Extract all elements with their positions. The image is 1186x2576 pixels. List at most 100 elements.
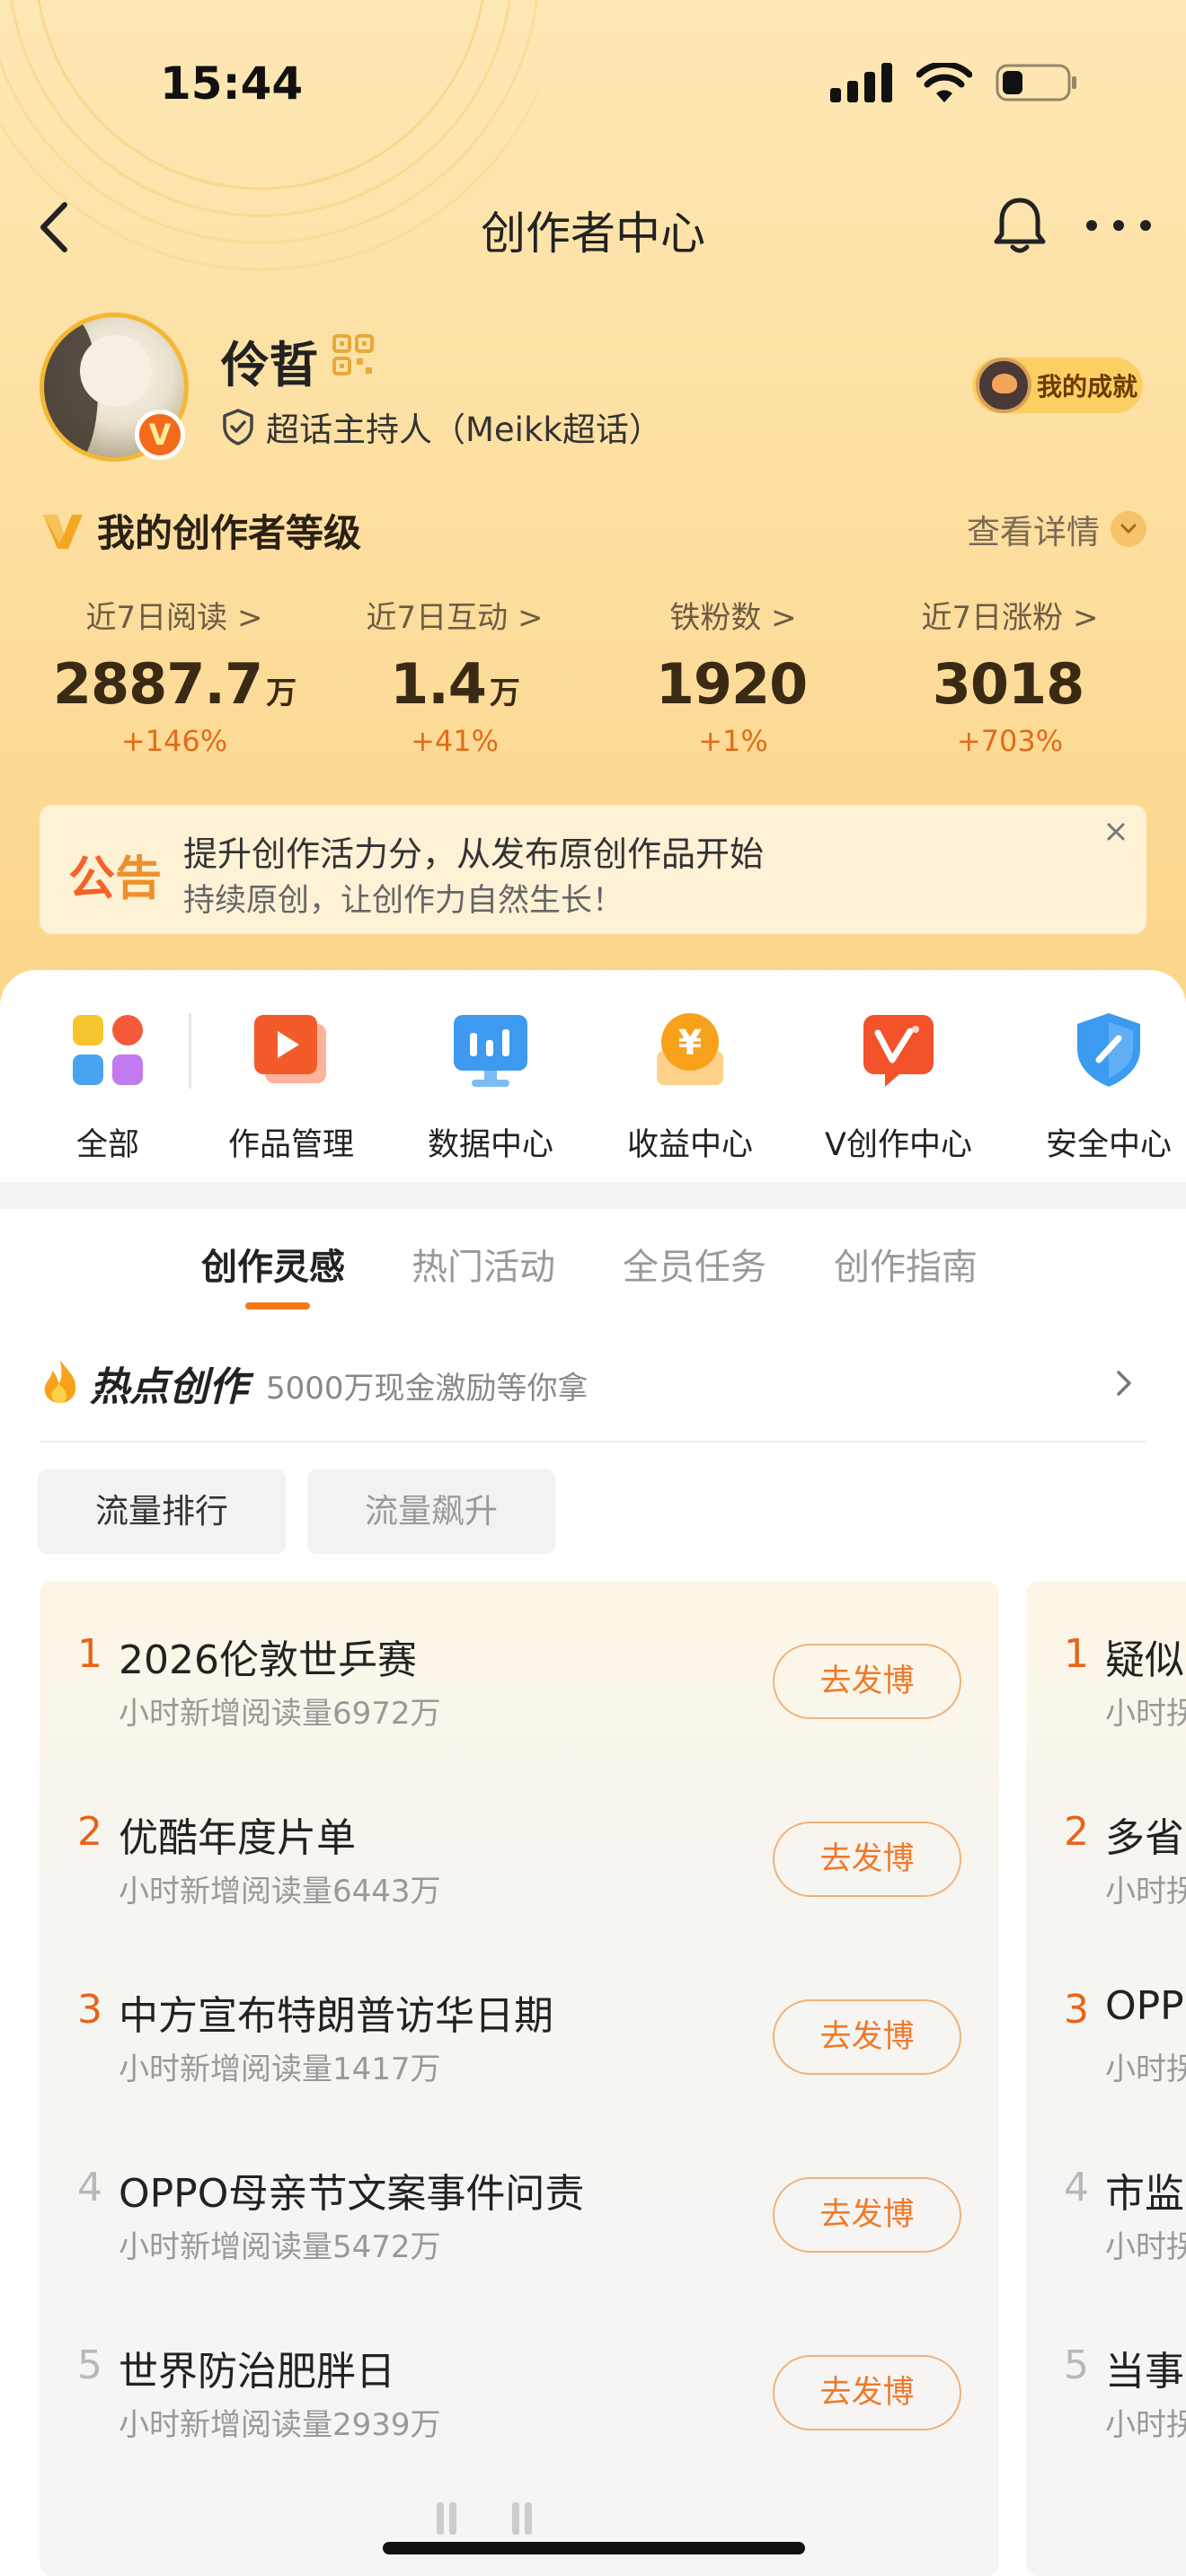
stat-label: 铁粉数 > (669, 600, 797, 636)
list-item[interactable]: 1 疑似 小时拐 (1026, 1608, 1186, 1787)
shortcut-security[interactable]: 安全中心 (1001, 1010, 1186, 1165)
topic-reads: 小时新增阅读量2939万 (119, 2407, 441, 2443)
stat-label: 近7日涨粉 > (921, 600, 1099, 636)
stat-label: 近7日阅读 > (85, 600, 263, 636)
list-item[interactable]: 2 优酷年度片单 小时新增阅读量6443万 去发博 (40, 1786, 999, 1965)
rank-number: 4 (77, 2165, 102, 2210)
wifi-icon (916, 63, 972, 102)
view-details-label: 查看详情 (967, 513, 1100, 551)
stat-number: 2887.7 (52, 651, 263, 717)
announcement-banner[interactable]: 公告 提升创作活力分，从发布原创作品开始 持续原创，让创作力自然生长！ (40, 805, 1146, 934)
creator-center-page: 15:44 创作者中心 V 伶晢 超话主持人（Meikk超话） 我的成就 我的创… (0, 0, 1186, 2576)
announcement-subtitle: 持续原创，让创作力自然生长！ (183, 883, 624, 919)
hot-creation-title: 热点创作 (90, 1364, 248, 1410)
host-role-label: 超话主持人（Meikk超话） (266, 410, 662, 449)
shield-pen-icon (1077, 1013, 1140, 1087)
shortcut-earnings[interactable]: ¥ 收益中心 (582, 1010, 798, 1165)
shortcut-v-creator[interactable]: V创作中心 (791, 1010, 1006, 1165)
hot-creation-header[interactable]: 热点创作 5000万现金激励等你拿 (40, 1354, 1146, 1442)
filter-traffic-surge[interactable]: 流量飙升 (307, 1469, 555, 1554)
my-achievement-button[interactable]: 我的成就 (972, 357, 1143, 413)
more-dots-icon[interactable] (1083, 212, 1155, 239)
rank-number: 1 (77, 1631, 102, 1677)
list-item[interactable]: 2 多省 小时拐 (1026, 1786, 1186, 1965)
ranking-card-next[interactable]: 1 疑似 小时拐 2 多省 小时拐 3 OPP 小时拐 4 市监 小时拐 5 当 (1026, 1581, 1186, 2576)
qr-code-icon[interactable] (332, 334, 374, 375)
rank-number: 3 (77, 1987, 102, 2033)
list-item[interactable]: 1 2026伦敦世乒赛 小时新增阅读量6972万 去发博 (40, 1608, 999, 1787)
bell-icon[interactable] (988, 193, 1051, 256)
topic-reads: 小时新增阅读量5472万 (119, 2229, 441, 2265)
list-item[interactable]: 3 中方宣布特朗普访华日期 小时新增阅读量1417万 去发博 (40, 1963, 999, 2143)
chevron-down-icon (1111, 511, 1146, 547)
stat-value: 2887.7 万 (40, 651, 309, 717)
stat-number: 1.4 (390, 651, 487, 717)
hot-creation-subtitle: 5000万现金激励等你拿 (266, 1371, 589, 1407)
shield-check-icon (223, 409, 253, 446)
shortcut-label: 数据中心 (427, 1127, 553, 1163)
stat-iron-fans[interactable]: 铁粉数 > 1920 +1% (598, 593, 868, 758)
list-item[interactable]: 5 当事 小时拐 (1026, 2319, 1186, 2499)
rank-number: 3 (1064, 1987, 1089, 2033)
battery-icon (996, 64, 1076, 101)
data-chart-icon (454, 1015, 527, 1087)
rank-number: 4 (1064, 2165, 1089, 2210)
post-button[interactable]: 去发博 (773, 2355, 961, 2430)
home-indicator[interactable] (383, 2542, 805, 2554)
filter-traffic-ranking[interactable]: 流量排行 (38, 1469, 286, 1554)
host-role-row[interactable]: 超话主持人（Meikk超话） (221, 402, 662, 451)
status-icons (830, 63, 1078, 102)
stat-7day-reads[interactable]: 近7日阅读 > 2887.7 万 +146% (40, 593, 309, 758)
announcement-tag-char: 告 (115, 852, 163, 906)
rank-number: 2 (77, 1809, 102, 1855)
topic-reads: 小时拐 (1105, 2229, 1186, 2265)
chevron-right-icon (1117, 1371, 1131, 1396)
stat-7day-new-fans[interactable]: 近7日涨粉 > 3018 +703% (875, 593, 1145, 758)
tab-all-tasks[interactable]: 全员任务 (623, 1238, 766, 1290)
shortcut-label: 作品管理 (227, 1127, 354, 1163)
shortcut-grid: 全部 作品管理 数据中心 ¥ 收益中心 V创作中心 安全中心 (0, 970, 1186, 1182)
yuan-coin-icon: ¥ (657, 1013, 723, 1085)
post-button[interactable]: 去发博 (773, 1822, 961, 1897)
shortcut-data-center[interactable]: 数据中心 (383, 1010, 598, 1165)
tab-hot-activities[interactable]: 热门活动 (412, 1238, 555, 1290)
avatar-face (80, 335, 152, 407)
close-icon[interactable] (1100, 816, 1132, 848)
inspiration-section: 创作灵感 热门活动 全员任务 创作指南 热点创作 5000万现金激励等你拿 流量… (0, 1209, 1186, 2576)
tab-creation-guide[interactable]: 创作指南 (834, 1238, 978, 1290)
topic-reads: 小时拐 (1105, 1874, 1186, 1910)
pagination-ghost-icon (437, 2502, 532, 2535)
stat-change: +41% (411, 724, 499, 758)
v-level-icon (43, 514, 83, 549)
ranking-card: 1 2026伦敦世乒赛 小时新增阅读量6972万 去发博 2 优酷年度片单 小时… (40, 1581, 999, 2576)
tab-creative-inspiration[interactable]: 创作灵感 (201, 1238, 345, 1290)
topic-title: 当事 (1105, 2349, 1184, 2395)
shortcut-label: 收益中心 (626, 1127, 753, 1163)
shortcut-works[interactable]: 作品管理 (183, 1010, 399, 1165)
stat-change: +703% (956, 724, 1064, 758)
stats-row: 近7日阅读 > 2887.7 万 +146% 近7日互动 > 1.4 万 +41% … (0, 593, 1186, 772)
list-item[interactable]: 5 世界防治肥胖日 小时新增阅读量2939万 去发博 (40, 2319, 999, 2499)
topic-title: 中方宣布特朗普访华日期 (119, 1993, 553, 2039)
achievement-icon (976, 357, 1031, 413)
post-button[interactable]: 去发博 (773, 1644, 961, 1719)
grid-apps-icon (73, 1015, 143, 1085)
topic-title: 多省 (1105, 1815, 1184, 1861)
view-details-link[interactable]: 查看详情 (967, 505, 1146, 553)
list-item[interactable]: 3 OPP 小时拐 (1026, 1963, 1186, 2143)
post-button[interactable]: 去发博 (773, 1999, 961, 2075)
post-button[interactable]: 去发博 (773, 2177, 961, 2253)
video-play-icon (254, 1015, 326, 1083)
stat-7day-interactions[interactable]: 近7日互动 > 1.4 万 +41% (320, 593, 589, 758)
topic-title: 市监 (1105, 2171, 1184, 2217)
topic-title: OPP (1105, 1983, 1184, 2029)
list-item[interactable]: 4 市监 小时拐 (1026, 2141, 1186, 2321)
rank-number: 2 (1064, 1809, 1089, 1855)
topic-title: OPPO母亲节文案事件问责 (119, 2171, 585, 2217)
rank-number: 5 (77, 2342, 102, 2388)
stat-number: 3018 (932, 651, 1085, 717)
stat-value: 3018 (875, 651, 1145, 717)
list-item[interactable]: 4 OPPO母亲节文案事件问责 小时新增阅读量5472万 去发博 (40, 2141, 999, 2321)
creator-level-row[interactable]: 我的创作者等级 (40, 503, 361, 558)
announcement-tag-char: 公 (68, 852, 116, 906)
